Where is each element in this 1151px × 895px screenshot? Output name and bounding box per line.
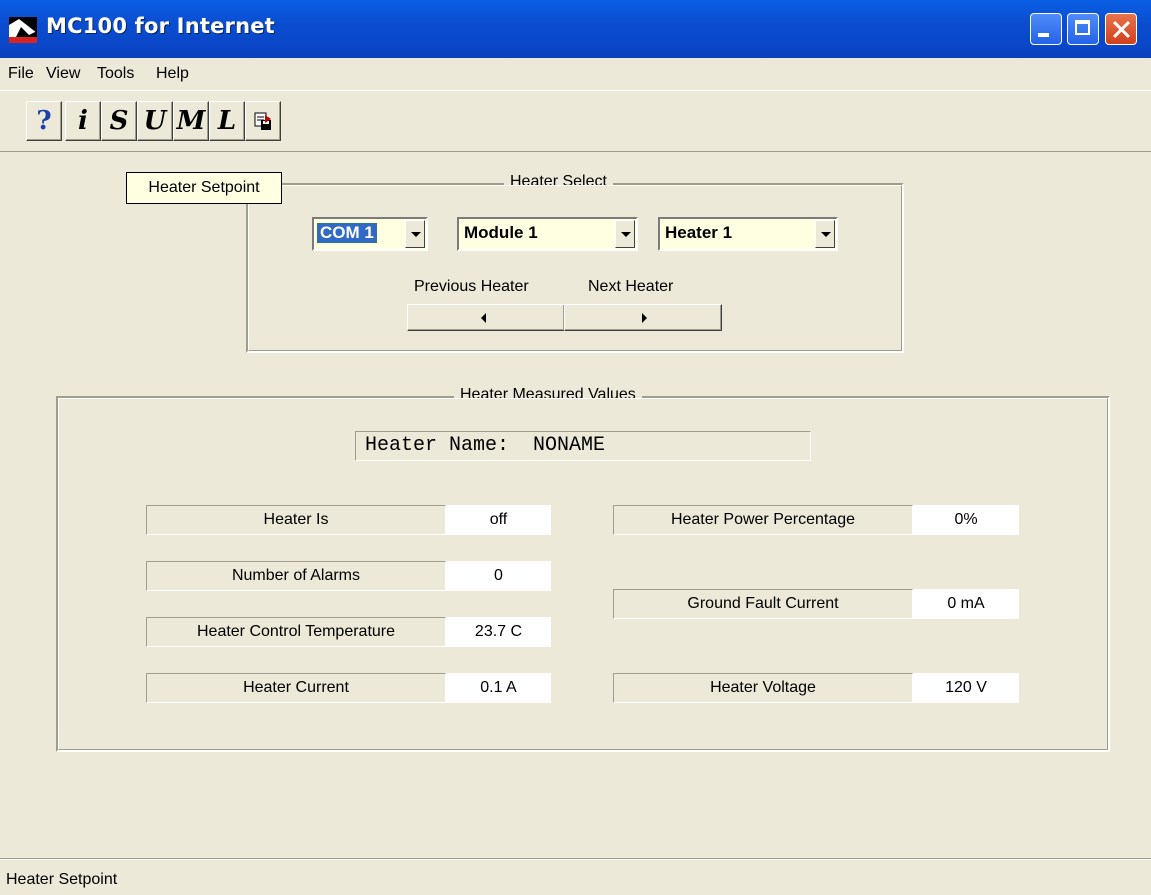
u-button[interactable]: U bbox=[137, 101, 173, 141]
module-select[interactable]: Module 1 bbox=[457, 217, 638, 251]
previous-heater-label: Previous Heater bbox=[414, 278, 529, 295]
chevron-down-icon[interactable] bbox=[615, 220, 635, 248]
heater-name-field: Heater Name: NONAME bbox=[355, 431, 811, 461]
menu-view[interactable]: View bbox=[46, 65, 80, 83]
heater-select[interactable]: Heater 1 bbox=[658, 217, 838, 251]
tooltip: Heater Setpoint bbox=[126, 172, 282, 204]
previous-heater-button[interactable] bbox=[407, 304, 565, 331]
module-value: Module 1 bbox=[464, 223, 538, 242]
menu-bar: File View Tools Help bbox=[0, 58, 1151, 90]
chevron-down-icon[interactable] bbox=[405, 220, 425, 248]
arrow-right-icon bbox=[642, 313, 647, 323]
next-heater-button[interactable] bbox=[564, 304, 722, 331]
u-icon: U bbox=[143, 106, 167, 136]
heater-value: Heater 1 bbox=[665, 223, 733, 242]
com-port-select[interactable]: COM 1 bbox=[312, 217, 428, 251]
heater-voltage-value: 120 V bbox=[913, 673, 1019, 703]
power-percentage-value: 0% bbox=[913, 505, 1019, 535]
heater-select-title: Heater Select bbox=[504, 173, 613, 191]
control-temp-value: 23.7 C bbox=[446, 617, 551, 647]
app-logo-icon[interactable] bbox=[9, 17, 37, 43]
s-icon: S bbox=[109, 106, 129, 136]
l-icon: L bbox=[217, 106, 237, 136]
save-report-icon bbox=[254, 112, 271, 130]
toolbar: ? i S U M L bbox=[0, 90, 1151, 152]
close-button[interactable] bbox=[1105, 13, 1137, 45]
menu-tools[interactable]: Tools bbox=[97, 65, 134, 83]
heater-current-value: 0.1 A bbox=[446, 673, 551, 703]
menu-help[interactable]: Help bbox=[156, 65, 189, 83]
help-icon: ? bbox=[36, 106, 52, 136]
status-text: Heater Setpoint bbox=[6, 871, 118, 888]
m-button[interactable]: M bbox=[173, 101, 209, 141]
save-report-button[interactable] bbox=[245, 101, 281, 141]
menu-file[interactable]: File bbox=[8, 65, 34, 83]
l-button[interactable]: L bbox=[209, 101, 245, 141]
heater-voltage-label: Heater Voltage bbox=[613, 673, 913, 703]
alarms-value: 0 bbox=[446, 561, 551, 591]
minimize-button[interactable] bbox=[1030, 13, 1062, 45]
com-port-value: COM 1 bbox=[316, 222, 378, 244]
title-bar[interactable]: MC100 for Internet bbox=[0, 0, 1151, 58]
measured-values-title: Heater Measured Values bbox=[454, 386, 642, 404]
m-icon: M bbox=[176, 106, 206, 136]
maximize-button[interactable] bbox=[1067, 13, 1099, 45]
next-heater-label: Next Heater bbox=[588, 278, 674, 295]
info-icon: i bbox=[78, 106, 88, 136]
s-button[interactable]: S bbox=[101, 101, 137, 141]
power-percentage-label: Heater Power Percentage bbox=[613, 505, 913, 535]
window-title: MC100 for Internet bbox=[46, 14, 275, 38]
status-bar: Heater Setpoint bbox=[0, 858, 1151, 895]
heater-is-value: off bbox=[446, 505, 551, 535]
control-temp-label: Heater Control Temperature bbox=[146, 617, 446, 647]
alarms-label: Number of Alarms bbox=[146, 561, 446, 591]
heater-current-label: Heater Current bbox=[146, 673, 446, 703]
arrow-left-icon bbox=[481, 313, 486, 323]
info-button[interactable]: i bbox=[65, 101, 101, 141]
help-button[interactable]: ? bbox=[26, 101, 62, 141]
chevron-down-icon[interactable] bbox=[815, 220, 835, 248]
heater-is-label: Heater Is bbox=[146, 505, 446, 535]
ground-fault-value: 0 mA bbox=[913, 589, 1019, 619]
ground-fault-label: Ground Fault Current bbox=[613, 589, 913, 619]
